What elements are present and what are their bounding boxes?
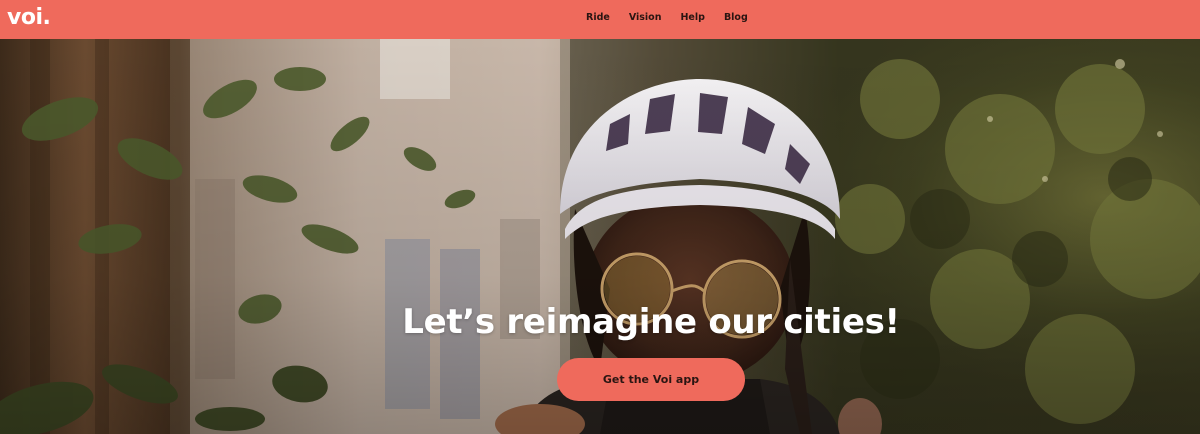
- page: voi. Ride Vision Help Blog Let’s reimagi…: [0, 0, 1200, 434]
- nav-item-help[interactable]: Help: [680, 11, 704, 25]
- voi-logo[interactable]: voi.: [7, 5, 51, 31]
- get-app-button[interactable]: Get the Voi app: [557, 358, 745, 401]
- nav-item-vision[interactable]: Vision: [629, 11, 662, 25]
- hero-headline: Let’s reimagine our cities!: [402, 302, 900, 342]
- top-nav-bar: voi. Ride Vision Help Blog: [0, 0, 1200, 39]
- hero-section: Let’s reimagine our cities! Get the Voi …: [0, 39, 1200, 434]
- nav-item-blog[interactable]: Blog: [724, 11, 748, 25]
- nav-item-ride[interactable]: Ride: [586, 11, 610, 25]
- main-nav: Ride Vision Help Blog: [586, 11, 767, 25]
